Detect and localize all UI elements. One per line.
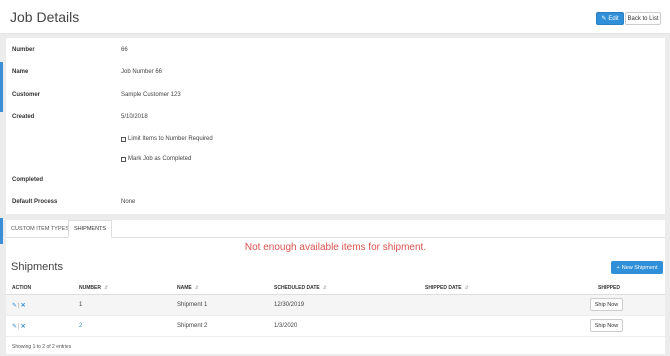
edit-button[interactable]: ✎ Edit [596,12,624,25]
name-value: Job Number 66 [121,69,163,75]
table-row: ✎ | ✕ 2 Shipment 2 1/3/2020 Ship Now [6,316,665,337]
shipment-number-link[interactable]: 2 [79,323,82,329]
tab-shipments[interactable]: SHIPMENTS [68,220,113,238]
column-label: SHIPPED [598,285,620,291]
column-header-shipped-date[interactable]: SHIPPED DATE ⇵ [425,285,469,291]
default-process-label: Default Process [12,199,58,205]
delete-icon[interactable]: ✕ [21,323,26,330]
checkbox-box[interactable] [121,136,126,142]
number-label: Number [12,47,35,53]
created-value: 5/10/2018 [121,114,148,120]
column-header-action[interactable]: ACTION [12,285,31,291]
delete-icon[interactable]: ✕ [21,302,26,309]
edit-button-label: Edit [608,15,619,22]
created-label: Created [12,114,35,120]
mark-completed-checkbox[interactable]: Mark Job as Completed [121,156,191,162]
shipment-name: Shipment 2 [177,323,208,329]
sort-icon: ⇵ [103,285,109,291]
mark-completed-label: Mark Job as Completed [128,156,192,162]
shipments-panel: CUSTOM ITEM TYPES SHIPMENTS Not enough a… [6,220,665,354]
table-row: ✎ | ✕ 1 Shipment 1 12/30/2019 Ship Now [6,295,665,316]
column-label: SHIPPED DATE [425,285,462,291]
number-value: 66 [121,47,128,53]
completed-label: Completed [12,177,44,183]
limit-items-label: Limit Items to Number Required [128,136,213,142]
ship-now-button[interactable]: Ship Now [590,319,623,332]
shipments-title: Shipments [11,261,63,273]
new-shipment-button[interactable]: + New Shipment [611,261,663,274]
left-accent-bar [0,62,3,112]
pencil-icon[interactable]: ✎ [12,323,17,330]
sort-icon: ⇵ [464,285,469,291]
column-label: NAME [177,285,192,291]
plus-icon: + [616,264,620,271]
table-header: ACTION NUMBER ⇵ NAME ⇵ SCHEDULED DATE ⇵ … [6,282,665,295]
tab-custom-item-types[interactable]: CUSTOM ITEM TYPES [6,220,74,238]
pencil-icon[interactable]: ✎ [12,302,17,309]
checkbox-box[interactable] [121,156,126,162]
shipment-scheduled-date: 12/30/2019 [274,302,305,308]
table-info: Showing 1 to 2 of 2 entries [12,344,72,350]
customer-value: Sample Customer 123 [121,92,181,98]
shipment-scheduled-date: 1/3/2020 [274,323,298,329]
limit-items-checkbox[interactable]: Limit Items to Number Required [121,136,213,142]
shipment-number: 1 [79,302,83,308]
column-header-shipped[interactable]: SHIPPED [598,285,620,291]
page-header: Job Details ✎ Edit Back to List [0,0,670,34]
customer-label: Customer [12,92,41,98]
error-alert: Not enough available items for shipment. [244,242,427,253]
ship-now-button[interactable]: Ship Now [590,298,623,311]
new-shipment-label: New Shipment [621,264,658,271]
job-details-panel: Number 66 Name Job Number 66 Customer Sa… [6,38,665,214]
tab-bar: CUSTOM ITEM TYPES SHIPMENTS [6,220,665,238]
row-actions: ✎ | ✕ [12,302,26,310]
sort-icon: ⇵ [194,285,199,291]
column-header-scheduled-date[interactable]: SCHEDULED DATE ⇵ [274,285,327,291]
column-header-number[interactable]: NUMBER ⇵ [79,285,108,291]
column-label: SCHEDULED DATE [274,285,320,291]
column-header-name[interactable]: NAME ⇵ [177,285,199,291]
name-label: Name [12,69,29,75]
page-title: Job Details [10,9,80,25]
separator: | [18,323,20,330]
pencil-icon: ✎ [601,16,607,22]
row-actions: ✎ | ✕ [12,323,26,331]
shipment-name: Shipment 1 [177,302,208,308]
left-accent-bar-lower [0,218,3,244]
sort-icon: ⇵ [322,285,327,291]
column-label: NUMBER [79,285,101,291]
default-process-value: None [121,199,136,205]
separator: | [18,302,20,309]
column-label: ACTION [12,285,32,291]
back-to-list-button[interactable]: Back to List [625,12,661,25]
